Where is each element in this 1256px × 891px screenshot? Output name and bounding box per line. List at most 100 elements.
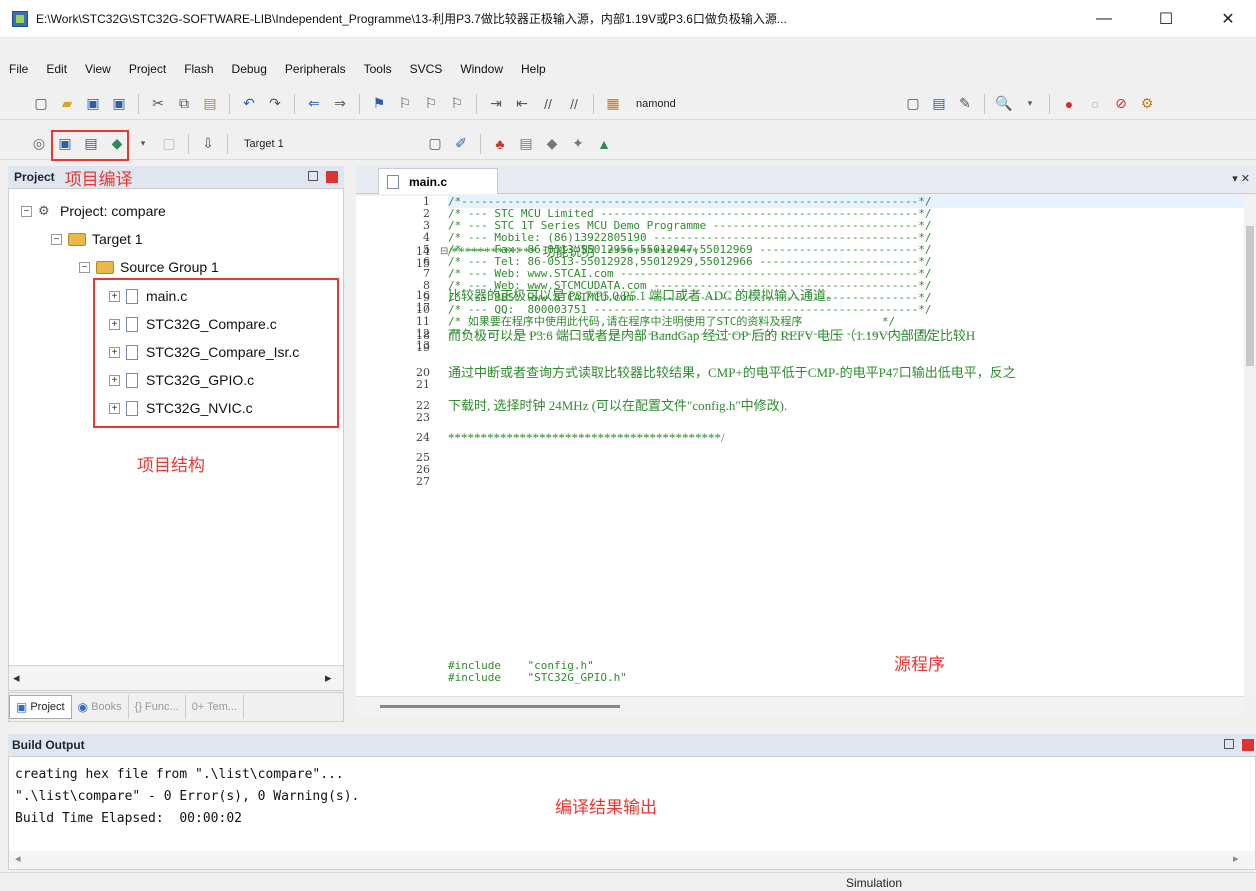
copy-icon[interactable]: ⧉ — [173, 93, 195, 115]
menu-view[interactable]: View — [76, 62, 120, 76]
collapse-icon[interactable]: − — [79, 261, 90, 273]
redo-icon[interactable]: ↷ — [264, 93, 286, 115]
separator — [188, 133, 189, 154]
chevron-down-icon[interactable]: ▾ — [132, 133, 154, 155]
scroll-left-icon[interactable]: ◂ — [15, 852, 21, 865]
scroll-thumb[interactable] — [380, 705, 620, 708]
scroll-right-icon[interactable]: ▸ — [325, 670, 332, 686]
manage-books-icon[interactable]: ▤ — [515, 133, 537, 155]
panel-close-icon[interactable] — [1242, 739, 1254, 751]
open-folder-icon[interactable]: ▰ — [56, 93, 78, 115]
scroll-right-icon[interactable]: ▸ — [1233, 852, 1239, 865]
comment-icon[interactable]: // — [537, 93, 559, 115]
menu-flash[interactable]: Flash — [175, 62, 222, 76]
find-icon[interactable]: ▢ — [902, 93, 924, 115]
menu-tools[interactable]: Tools — [355, 62, 401, 76]
status-mode: Simulation — [846, 876, 903, 890]
build-output-panel[interactable]: creating hex file from ".\list\compare".… — [8, 756, 1256, 870]
uncomment-icon[interactable]: // — [563, 93, 585, 115]
config-icon[interactable]: ⚙ — [1136, 93, 1158, 115]
menu-svcs[interactable]: SVCS — [401, 62, 452, 76]
clear-bookmarks-icon[interactable]: ⚐ — [446, 93, 468, 115]
build-scrollbar[interactable]: ◂ ▸ — [9, 851, 1255, 869]
tab-functions[interactable]: {} Func... — [129, 695, 186, 719]
tab-menu-icon[interactable]: ▾ ✕ — [1232, 172, 1250, 185]
menu-peripherals[interactable]: Peripherals — [276, 62, 355, 76]
tab-books[interactable]: ◉ Books — [72, 695, 129, 719]
tab-project[interactable]: ▣ Project — [9, 695, 72, 719]
source-annotation: 源程序 — [894, 655, 945, 674]
bookmark-icon[interactable]: ⚑ — [368, 93, 390, 115]
compile-icon[interactable]: ◎ — [28, 133, 50, 155]
prev-bookmark-icon[interactable]: ⚐ — [394, 93, 416, 115]
tree-root[interactable]: − ⚙ Project: compare — [21, 200, 166, 222]
cut-icon[interactable]: ✂ — [147, 93, 169, 115]
code-editor[interactable]: 1 2 3 4 5 6 7 8 9 10 11 12 13 14 15 16 17 18 19 20 21 22 23 24 2… — [356, 196, 1244, 696]
line-number: 15 — [416, 257, 430, 270]
structure-highlight-box — [93, 278, 339, 428]
menu-help[interactable]: Help — [512, 62, 555, 76]
nav-back-icon[interactable]: ⇐ — [303, 93, 325, 115]
fold-icon[interactable]: ⊟ — [440, 246, 448, 257]
pack-installer-icon[interactable]: ◆ — [541, 133, 563, 155]
folder-icon — [96, 260, 114, 274]
debug-session-icon[interactable]: 🔍 — [993, 93, 1015, 115]
pack-icon[interactable]: ▲ — [593, 133, 615, 155]
collapse-icon[interactable]: − — [21, 205, 32, 217]
target-settings-icon[interactable]: ✐ — [450, 133, 472, 155]
kill-breakpoints-icon[interactable]: ⊘ — [1110, 93, 1132, 115]
project-panel-title: Project — [14, 170, 55, 184]
nav-forward-icon[interactable]: ⇒ — [329, 93, 351, 115]
code-line: 比较器的正极可以是 P3.7/P5.0/P5.1 端口或者 ADC 的模拟输入通… — [448, 288, 840, 303]
pin-icon[interactable] — [308, 171, 318, 181]
incremental-find-icon[interactable]: ▤ — [928, 93, 950, 115]
books-icon: ◉ — [77, 700, 89, 714]
project-scrollbar[interactable]: ◂ ▸ — [8, 665, 344, 691]
disable-breakpoint-icon[interactable]: ○ — [1084, 93, 1106, 115]
indent-icon[interactable]: ⇥ — [485, 93, 507, 115]
paste-icon[interactable]: ▤ — [199, 93, 221, 115]
target-select[interactable]: Target 1 — [238, 134, 418, 154]
download-icon[interactable]: ⇩ — [197, 133, 219, 155]
breakpoint-icon[interactable]: ● — [1058, 93, 1080, 115]
new-file-icon[interactable]: ▢ — [30, 93, 52, 115]
unindent-icon[interactable]: ⇤ — [511, 93, 533, 115]
collapse-icon[interactable]: − — [51, 233, 62, 245]
find-in-files-icon[interactable]: ▦ — [602, 93, 624, 115]
menu-debug[interactable]: Debug — [223, 62, 276, 76]
code-line: 下载时, 选择时钟 24MHz (可以在配置文件"config.h"中修改). — [448, 398, 788, 413]
save-icon[interactable]: ▣ — [82, 93, 104, 115]
menu-project[interactable]: Project — [120, 62, 175, 76]
tree-group[interactable]: − Source Group 1 — [79, 256, 219, 278]
tree-target[interactable]: − Target 1 — [51, 228, 143, 250]
save-all-icon[interactable]: ▣ — [108, 93, 130, 115]
build-line: Build Time Elapsed: 00:00:02 — [15, 811, 242, 826]
window-title: E:\Work\STC32G\STC32G-SOFTWARE-LIB\Indep… — [36, 12, 787, 26]
manage-components-icon[interactable]: ♣ — [489, 133, 511, 155]
maximize-button[interactable]: ☐ — [1138, 0, 1194, 38]
scroll-left-icon[interactable]: ◂ — [13, 670, 20, 686]
menu-edit[interactable]: Edit — [37, 62, 76, 76]
separator — [294, 93, 295, 114]
find-combo[interactable]: namond — [630, 94, 810, 114]
code-line: 通过中断或者查询方式读取比较器比较结果，CMP+的电平低于CMP-的电平P47口… — [448, 365, 1016, 380]
tab-main-c[interactable]: main.c — [378, 168, 498, 194]
editor-vscrollbar[interactable] — [1244, 196, 1256, 696]
pin-icon[interactable] — [1224, 739, 1234, 749]
next-bookmark-icon[interactable]: ⚐ — [420, 93, 442, 115]
panel-close-icon[interactable] — [326, 171, 338, 183]
browse-icon[interactable]: ✎ — [954, 93, 976, 115]
manage-rte-icon[interactable]: ✦ — [567, 133, 589, 155]
menu-window[interactable]: Window — [451, 62, 512, 76]
minimize-button[interactable]: — — [1076, 0, 1132, 38]
stop-build-icon[interactable]: ▢ — [158, 133, 180, 155]
close-button[interactable]: ✕ — [1200, 0, 1256, 38]
line-number: 21 — [416, 378, 430, 391]
chevron-down-icon[interactable]: ▾ — [1019, 93, 1041, 115]
scroll-thumb[interactable] — [1246, 226, 1254, 366]
menu-file[interactable]: File — [0, 62, 37, 76]
editor-hscrollbar[interactable] — [356, 696, 1244, 716]
target-options-icon[interactable]: ▢ — [424, 133, 446, 155]
tab-templates[interactable]: 0+ Tem... — [186, 695, 245, 719]
undo-icon[interactable]: ↶ — [238, 93, 260, 115]
